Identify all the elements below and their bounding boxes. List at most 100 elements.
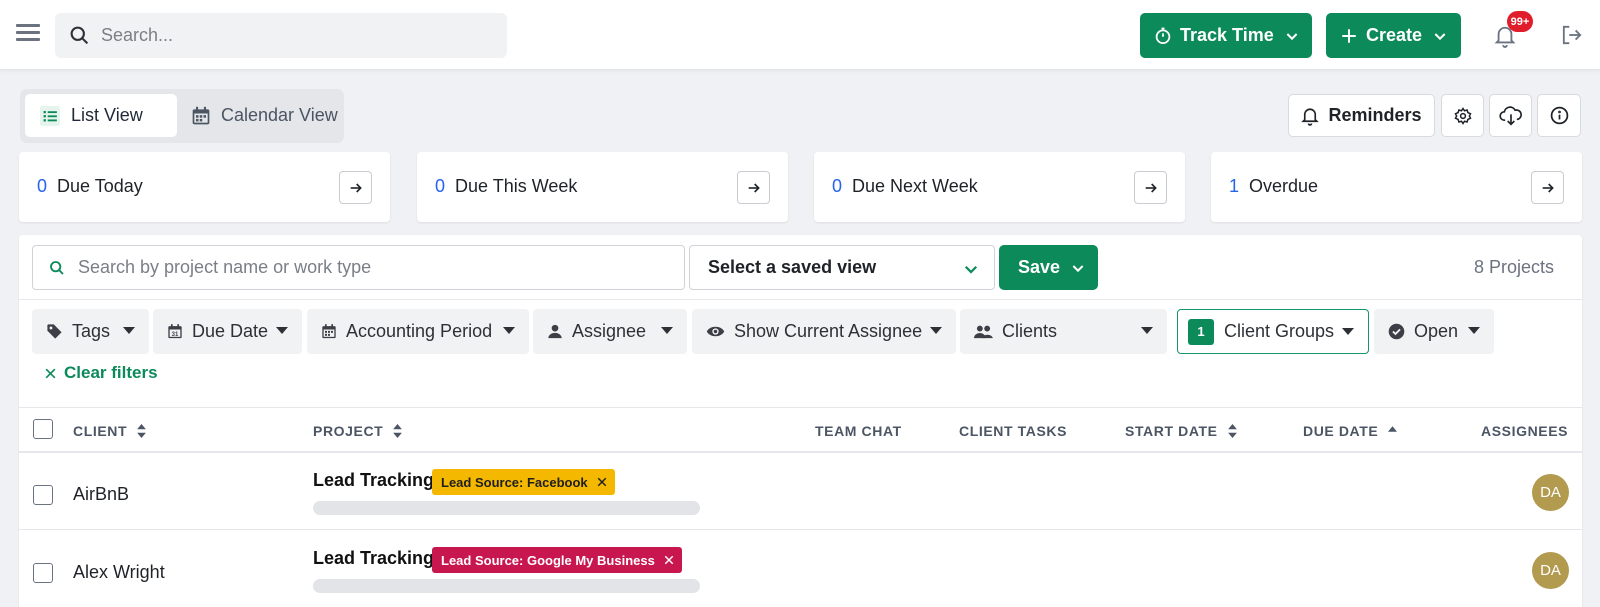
stat-count: 0 [37, 176, 48, 196]
arrow-right-icon[interactable] [737, 171, 770, 204]
project-search-input[interactable] [78, 246, 668, 289]
filter-label: Open [1414, 321, 1459, 341]
filter-clients[interactable]: Clients [960, 309, 1167, 354]
project-name[interactable]: Lead Tracking [313, 548, 434, 569]
list-view-label: List View [71, 105, 143, 125]
filter-label: Accounting Period [346, 321, 493, 341]
info-button[interactable] [1537, 94, 1581, 137]
filter-label: Tags [72, 321, 111, 341]
sort-icon[interactable] [1227, 424, 1237, 438]
chevron-down-icon [1070, 260, 1086, 276]
arrow-right-icon[interactable] [339, 171, 372, 204]
track-time-label: Track Time [1180, 25, 1274, 45]
stat-count: 0 [435, 176, 446, 196]
caret-down-icon [1342, 328, 1354, 336]
search-icon [50, 261, 64, 275]
create-button[interactable]: Create [1326, 13, 1461, 58]
filter-show-current-assignee[interactable]: Show Current Assignee [692, 309, 956, 354]
column-header-due-date: DUE DATE [1303, 419, 1398, 439]
gear-icon [1453, 106, 1472, 125]
progress-bar [313, 579, 700, 593]
row-checkbox[interactable] [33, 563, 53, 583]
sort-icon[interactable] [137, 424, 147, 438]
stat-card-overdue: 1 Overdue [1211, 152, 1582, 222]
arrow-right-icon[interactable] [1134, 171, 1167, 204]
close-icon[interactable] [664, 555, 674, 565]
calendar-view-label: Calendar View [221, 105, 338, 125]
divider [19, 407, 1582, 408]
filter-tags[interactable]: Tags [32, 309, 149, 354]
filter-assignee[interactable]: Assignee [533, 309, 687, 354]
people-icon [974, 324, 993, 339]
chevron-down-icon [962, 260, 980, 278]
lead-source-tag: Lead Source: Google My Business [432, 547, 682, 573]
client-name[interactable]: Alex Wright [73, 562, 165, 583]
settings-button[interactable] [1441, 94, 1484, 137]
saved-view-select[interactable]: Select a saved view [689, 245, 995, 290]
arrow-right-icon[interactable] [1531, 171, 1564, 204]
column-label: PROJECT [313, 423, 384, 439]
select-all-checkbox[interactable] [33, 419, 53, 439]
calendar-view-button[interactable]: Calendar View [177, 94, 342, 137]
caret-down-icon [503, 327, 515, 335]
table-row[interactable]: AirBnB Lead Tracking Lead Source: Facebo… [19, 453, 1582, 531]
column-label: ASSIGNEES [1481, 423, 1569, 439]
filter-client-groups[interactable]: 1 Client Groups [1177, 309, 1369, 354]
tag-icon [46, 323, 63, 340]
column-label: DUE DATE [1303, 423, 1379, 439]
client-name[interactable]: AirBnB [73, 484, 129, 505]
column-label: CLIENT TASKS [959, 423, 1068, 439]
global-search [55, 13, 507, 58]
svg-text:31: 31 [172, 332, 179, 338]
list-view-button[interactable]: List View [25, 94, 177, 137]
sort-icon[interactable] [393, 424, 403, 438]
track-time-button[interactable]: Track Time [1140, 13, 1312, 58]
filter-label: Assignee [572, 321, 647, 341]
calendar-icon: 31 [167, 323, 183, 340]
caret-down-icon [930, 327, 942, 335]
list-icon [39, 105, 61, 127]
filter-accounting-period[interactable]: Accounting Period [307, 309, 529, 354]
stat-label: Due Next Week [852, 176, 978, 196]
global-search-input[interactable] [101, 13, 491, 58]
avatar[interactable]: DA [1532, 474, 1569, 511]
check-circle-icon [1388, 323, 1405, 340]
column-header-project: PROJECT [313, 423, 403, 439]
filter-status[interactable]: Open [1374, 309, 1494, 354]
close-icon[interactable] [597, 477, 607, 487]
stopwatch-icon [1154, 27, 1172, 45]
column-header-team-chat: TEAM CHAT [815, 423, 902, 439]
column-label: START DATE [1125, 423, 1218, 439]
clear-filters-button[interactable]: Clear filters [44, 363, 158, 383]
download-button[interactable] [1489, 94, 1532, 137]
plus-icon [1340, 27, 1358, 45]
search-icon [70, 26, 89, 45]
row-checkbox[interactable] [33, 485, 53, 505]
notification-badge: 99+ [1507, 11, 1533, 32]
project-name[interactable]: Lead Tracking [313, 470, 434, 491]
person-icon [547, 323, 563, 340]
save-view-button[interactable]: Save [999, 245, 1098, 290]
stat-card-due-this-week: 0 Due This Week [417, 152, 788, 222]
filter-due-date[interactable]: 31 Due Date [153, 309, 302, 354]
stat-label: Due This Week [455, 176, 578, 196]
view-toggle: List View Calendar View [20, 89, 344, 143]
reminders-button[interactable]: Reminders [1288, 94, 1435, 137]
project-search [32, 245, 685, 290]
sort-ascending-icon[interactable] [1388, 426, 1398, 432]
stat-count: 0 [832, 176, 843, 196]
table-row[interactable]: Alex Wright Lead Tracking Lead Source: G… [19, 531, 1582, 607]
menu-icon[interactable] [16, 24, 40, 46]
tag-label: Lead Source: Facebook [441, 474, 588, 490]
create-label: Create [1366, 25, 1423, 45]
filter-label: Clients [1002, 321, 1058, 341]
eye-icon [706, 324, 725, 339]
stat-label: Due Today [57, 176, 143, 196]
filter-label: Due Date [192, 321, 269, 341]
logout-icon[interactable] [1561, 25, 1583, 50]
tag-label: Lead Source: Google My Business [441, 552, 655, 568]
stat-label: Overdue [1249, 176, 1319, 196]
caret-down-icon [661, 327, 673, 335]
progress-bar [313, 501, 700, 515]
avatar[interactable]: DA [1532, 552, 1569, 589]
